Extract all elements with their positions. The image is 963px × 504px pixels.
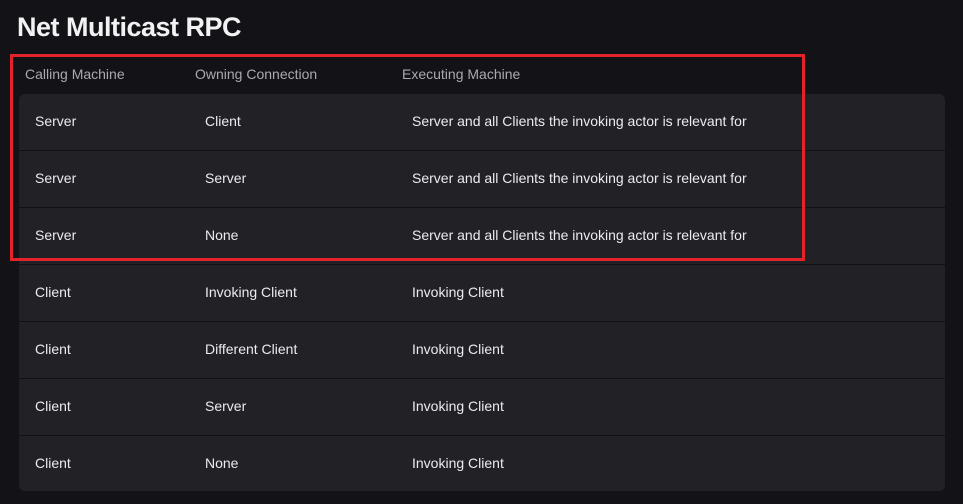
cell-executing-machine: Server and all Clients the invoking acto…	[412, 227, 747, 243]
column-header-calling-machine: Calling Machine	[25, 66, 125, 82]
table-body: Server Client Server and all Clients the…	[19, 94, 945, 491]
cell-calling-machine: Client	[35, 455, 71, 471]
cell-executing-machine: Server and all Clients the invoking acto…	[412, 113, 747, 129]
cell-calling-machine: Client	[35, 341, 71, 357]
page: Net Multicast RPC Calling Machine Owning…	[0, 0, 963, 504]
cell-executing-machine: Invoking Client	[412, 455, 504, 471]
cell-owning-connection: Different Client	[205, 341, 298, 357]
cell-calling-machine: Client	[35, 398, 71, 414]
cell-owning-connection: Invoking Client	[205, 284, 297, 300]
cell-calling-machine: Server	[35, 227, 77, 243]
cell-owning-connection: Server	[205, 170, 247, 186]
table-row: Client Different Client Invoking Client	[19, 322, 945, 379]
cell-executing-machine: Invoking Client	[412, 341, 504, 357]
cell-executing-machine: Invoking Client	[412, 284, 504, 300]
table-row: Client Invoking Client Invoking Client	[19, 265, 945, 322]
column-header-owning-connection: Owning Connection	[195, 66, 318, 82]
cell-owning-connection: None	[205, 455, 239, 471]
table-row: Server None Server and all Clients the i…	[19, 208, 945, 265]
column-header-executing-machine: Executing Machine	[402, 66, 521, 82]
cell-owning-connection: Server	[205, 398, 247, 414]
cell-calling-machine: Server	[35, 170, 77, 186]
page-title: Net Multicast RPC	[17, 12, 242, 42]
table-row: Client Server Invoking Client	[19, 379, 945, 436]
cell-calling-machine: Server	[35, 113, 77, 129]
table-header: Calling Machine Owning Connection Execut…	[24, 64, 784, 84]
cell-executing-machine: Invoking Client	[412, 398, 504, 414]
cell-owning-connection: None	[205, 227, 239, 243]
table-row: Server Server Server and all Clients the…	[19, 151, 945, 208]
table-row: Client None Invoking Client	[19, 436, 945, 491]
cell-executing-machine: Server and all Clients the invoking acto…	[412, 170, 747, 186]
table-row: Server Client Server and all Clients the…	[19, 94, 945, 151]
cell-owning-connection: Client	[205, 113, 241, 129]
cell-calling-machine: Client	[35, 284, 71, 300]
